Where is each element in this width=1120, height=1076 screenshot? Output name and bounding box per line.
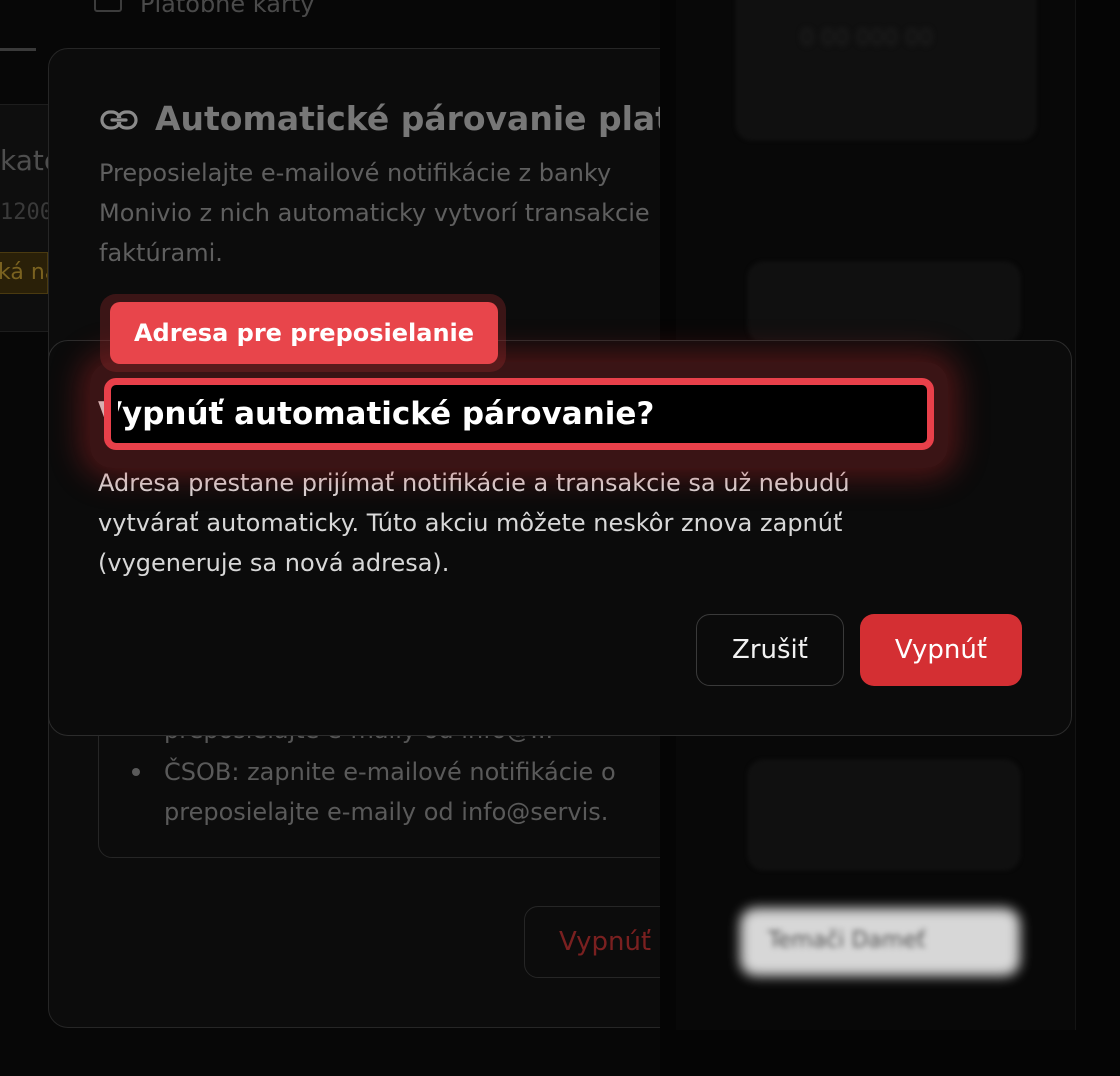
link-icon: [100, 110, 138, 130]
highlight-label: Adresa pre preposielanie: [110, 302, 498, 364]
tab-payment-cards[interactable]: Platobné karty: [140, 0, 314, 18]
left-panel-badge: ká na: [0, 252, 48, 294]
bullet-dot: [132, 768, 140, 776]
confirm-disable-button[interactable]: Vypnúť: [860, 614, 1022, 686]
left-panel-number: 1200: [0, 200, 48, 225]
card-description: Preposielajte e-mailové notifikácie z ba…: [99, 159, 650, 267]
credit-card-icon: [94, 0, 122, 12]
dialog-description: Adresa prestane prijímať notifikácie a t…: [98, 469, 850, 577]
card-title: Automatické párovanie platieb: [155, 99, 708, 138]
blurred-button-text: Temači Dameť: [768, 928, 926, 953]
blurred-text: 0 00 000 00: [800, 26, 933, 51]
tab-underline: [0, 48, 36, 51]
left-panel-text: kate: [0, 144, 48, 177]
blurred-card: [748, 262, 1020, 342]
blurred-card: [748, 760, 1020, 870]
instructions-csob: ČSOB: zapnite e-mailové notifikácie o pr…: [164, 758, 616, 826]
highlighted-dialog-title: Vypnúť automatické párovanie?: [118, 396, 655, 432]
blurred-card: [736, 0, 1036, 140]
screen: Platobné karty kate 1200 ká na Automatic…: [0, 0, 1120, 1076]
tab-row: Platobné karty: [0, 0, 660, 52]
cancel-button[interactable]: Zrušiť: [696, 614, 844, 686]
